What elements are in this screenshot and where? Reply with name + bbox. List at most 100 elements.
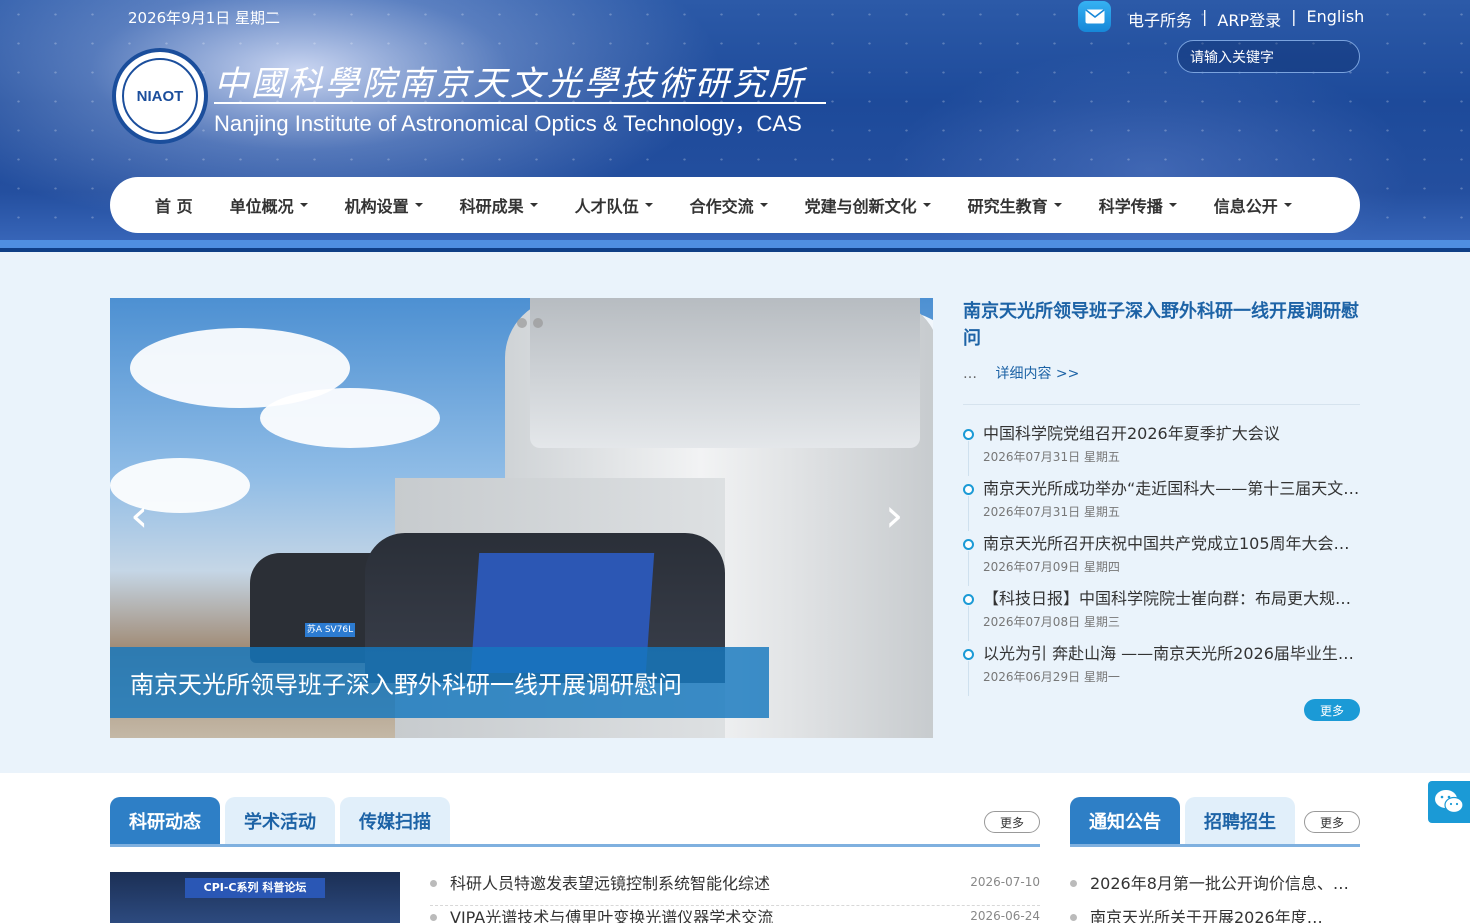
nav-departments[interactable]: 机构设置 [345,193,423,217]
news-date: 2026年06月29日 星期一 [983,670,1120,684]
news-title[interactable]: 南京天光所召开庆祝中国共产党成立105周年大会… [983,531,1360,557]
link-english[interactable]: English [1307,7,1365,31]
caret-down-icon [1283,203,1292,207]
circle-bullet-icon [963,649,974,660]
news-item[interactable]: 南京天光所成功举办“走近国科大——第十三届天文… 2026年07月31日 星期五 [963,476,1360,531]
news-carousel[interactable]: 苏A SV76L ‹ › 南京天光所领导班子深入野外科研一线开展调研慰问 [110,298,933,738]
photo-banner-text: CPI-C系列 科普论坛 [185,878,325,898]
cloud [260,388,440,448]
news-item[interactable]: 以光为引 奔赴山海 ——南京天光所2026届毕业生… 2026年06月29日 星… [963,641,1360,696]
current-date: 2026年9月1日 星期二 [128,9,281,27]
ellipsis: … [963,366,977,382]
list-item-date: 2026-07-10 [970,875,1040,889]
tab-underline [110,844,1040,847]
notice-title[interactable]: 南京天光所关于开展2026年度… [1090,906,1360,923]
research-list: 科研人员特邀发表望远镜控制系统智能化综述 2026-07-10 VIPA光谱技术… [430,872,1040,923]
news-date: 2026年07月31日 星期五 [983,450,1120,464]
nav-party[interactable]: 党建与创新文化 [805,193,931,217]
tab-research-news[interactable]: 科研动态 [110,797,220,845]
list-item-title[interactable]: 科研人员特邀发表望远镜控制系统智能化综述 [450,872,1040,895]
institute-logo[interactable]: NIAOT [112,48,208,144]
nav-label: 人才队伍 [574,197,639,216]
logo-mark: NIAOT [122,58,198,134]
separator: | [1291,7,1297,26]
read-more-link[interactable]: 详细内容 >> [995,366,1079,382]
logo-divider [214,102,826,104]
main-nav: 首 页 单位概况 机构设置 科研成果 人才队伍 合作交流 党建与创新文化 研究生… [110,177,1360,233]
timeline-line [968,661,969,696]
circle-bullet-icon [963,594,974,605]
nav-label: 科学传播 [1098,197,1163,216]
mail-icon[interactable] [1078,1,1111,32]
list-item[interactable]: 科研人员特邀发表望远镜控制系统智能化综述 2026-07-10 [430,872,1040,906]
research-photo[interactable]: CPI-C系列 科普论坛 [110,872,400,923]
caret-down-icon [1168,203,1177,207]
header-bottom-band [0,240,1470,256]
notice-tabs: 通知公告 招聘招生 [1070,797,1295,845]
link-e-office[interactable]: 电子所务 [1128,7,1192,31]
news-date: 2026年07月09日 星期四 [983,560,1120,574]
nav-label: 党建与创新文化 [804,197,917,216]
nav-outreach[interactable]: 科学传播 [1099,193,1177,217]
news-item[interactable]: 南京天光所召开庆祝中国共产党成立105周年大会… 2026年07月09日 星期四 [963,531,1360,586]
list-item[interactable]: VIPA光谱技术与傅里叶变换光谱仪器学术交流 2026-06-24 [430,906,1040,923]
tab-underline [1070,844,1360,847]
nav-label: 机构设置 [344,197,409,216]
news-item[interactable]: 【科技日报】中国科学院院士崔向群：布局更大规… 2026年07月08日 星期三 [963,586,1360,641]
prev-arrow-icon[interactable]: ‹ [130,488,148,542]
carousel-dot[interactable] [517,318,527,328]
nav-graduate[interactable]: 研究生教育 [968,193,1062,217]
notice-more-button[interactable]: 更多 [1304,811,1360,833]
featured-read-more: … 详细内容 >> [963,363,1079,383]
nav-label: 信息公开 [1213,197,1278,216]
search-input[interactable] [1178,41,1359,72]
notice-title[interactable]: 2026年8月第一批公开询价信息、竞… [1090,872,1360,895]
caret-down-icon [644,203,653,207]
nav-label: 首 页 [155,197,193,216]
institute-name-en: Nanjing Institute of Astronomical Optics… [214,111,802,136]
news-more-button[interactable]: 更多 [1304,699,1360,721]
caret-down-icon [922,203,931,207]
featured-headline[interactable]: 南京天光所领导班子深入野外科研一线开展调研慰问 [963,298,1360,352]
link-arp-login[interactable]: ARP登录 [1217,7,1281,31]
list-item[interactable]: 南京天光所关于开展2026年度… [1070,906,1360,923]
research-tabs: 科研动态 学术活动 传媒扫描 [110,797,450,845]
top-links: 电子所务 | ARP登录 | English [1128,7,1364,31]
nav-label: 研究生教育 [967,197,1048,216]
news-title[interactable]: 南京天光所成功举办“走近国科大——第十三届天文… [983,476,1360,502]
news-title[interactable]: 【科技日报】中国科学院院士崔向群：布局更大规… [983,586,1360,612]
nav-overview[interactable]: 单位概况 [230,193,308,217]
nav-home[interactable]: 首 页 [155,193,193,217]
wechat-icon[interactable] [1428,781,1470,823]
news-date: 2026年07月08日 星期三 [983,615,1120,629]
list-item[interactable]: 2026年8月第一批公开询价信息、竞… [1070,872,1360,906]
nav-research[interactable]: 科研成果 [460,193,538,217]
tab-notices[interactable]: 通知公告 [1070,797,1180,845]
next-arrow-icon[interactable]: › [885,488,903,542]
license-plate: 苏A SV76L [305,623,355,637]
list-item-title[interactable]: VIPA光谱技术与傅里叶变换光谱仪器学术交流 [450,906,1040,923]
bullet-dot [1070,914,1077,921]
bullet-dot [430,914,437,921]
tab-academic-events[interactable]: 学术活动 [225,797,335,845]
carousel-caption[interactable]: 南京天光所领导班子深入野外科研一线开展调研慰问 [110,647,769,718]
timeline-line [968,606,969,641]
nav-cooperation[interactable]: 合作交流 [690,193,768,217]
news-title[interactable]: 以光为引 奔赴山海 ——南京天光所2026届毕业生… [983,641,1360,667]
site-header: 2026年9月1日 星期二 电子所务 | ARP登录 | English NIA… [0,0,1470,256]
news-title[interactable]: 中国科学院党组召开2026年夏季扩大会议 [983,421,1360,447]
divider [963,404,1360,405]
circle-bullet-icon [963,539,974,550]
carousel-dots [517,318,543,328]
circle-bullet-icon [963,484,974,495]
carousel-dot[interactable] [533,318,543,328]
nav-label: 科研成果 [459,197,524,216]
nav-talent[interactable]: 人才队伍 [575,193,653,217]
research-more-button[interactable]: 更多 [984,811,1040,833]
bullet-dot [430,880,437,887]
tab-recruitment[interactable]: 招聘招生 [1185,797,1295,845]
news-item[interactable]: 中国科学院党组召开2026年夏季扩大会议 2026年07月31日 星期五 [963,421,1360,476]
nav-disclosure[interactable]: 信息公开 [1214,193,1292,217]
search-box [1177,40,1360,73]
tab-media-scan[interactable]: 传媒扫描 [340,797,450,845]
